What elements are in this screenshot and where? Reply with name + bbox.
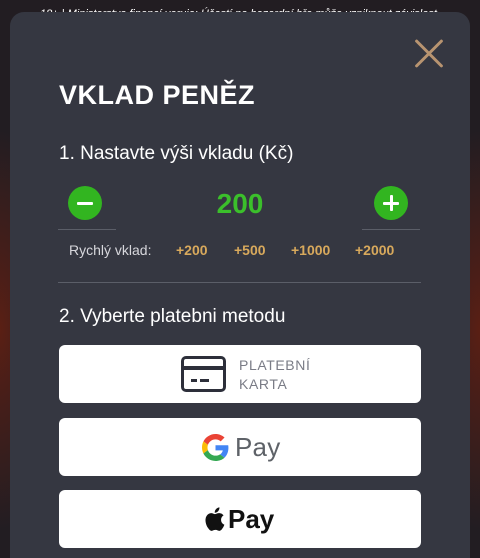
payment-card-button[interactable]: PLATEBNÍ KARTA	[59, 345, 421, 403]
step2-label: 2. Vyberte platebni metodu	[59, 306, 286, 327]
close-icon[interactable]	[413, 38, 445, 70]
google-pay-label: Pay	[235, 431, 281, 462]
stepper-underline-left	[58, 229, 116, 230]
credit-card-icon	[181, 356, 226, 392]
decrease-amount-button[interactable]	[68, 186, 102, 220]
apple-pay-button[interactable]: Pay	[59, 490, 421, 548]
card-option-label: PLATEBNÍ KARTA	[239, 357, 311, 392]
quick-deposit-label: Rychlý vklad:	[69, 242, 152, 258]
apple-pay-label: Pay	[228, 503, 275, 534]
amount-input[interactable]	[190, 188, 290, 220]
deposit-modal: VKLAD PENĚZ 1. Nastavte výši vkladu (Kč)…	[10, 12, 470, 558]
quick-deposit-200[interactable]: +200	[176, 242, 208, 258]
minus-icon	[77, 201, 93, 205]
quick-deposit-2000[interactable]: +2000	[355, 242, 394, 258]
modal-title: VKLAD PENĚZ	[59, 80, 256, 110]
step1-label: 1. Nastavte výši vkladu (Kč)	[59, 143, 294, 164]
quick-deposit-500[interactable]: +500	[234, 242, 266, 258]
stepper-underline-right	[362, 229, 420, 230]
apple-icon	[205, 507, 225, 531]
quick-deposit-1000[interactable]: +1000	[291, 242, 330, 258]
google-g-icon	[202, 433, 229, 461]
increase-amount-button[interactable]	[374, 186, 408, 220]
section-divider	[58, 282, 421, 283]
google-pay-button[interactable]: Pay	[59, 418, 421, 476]
